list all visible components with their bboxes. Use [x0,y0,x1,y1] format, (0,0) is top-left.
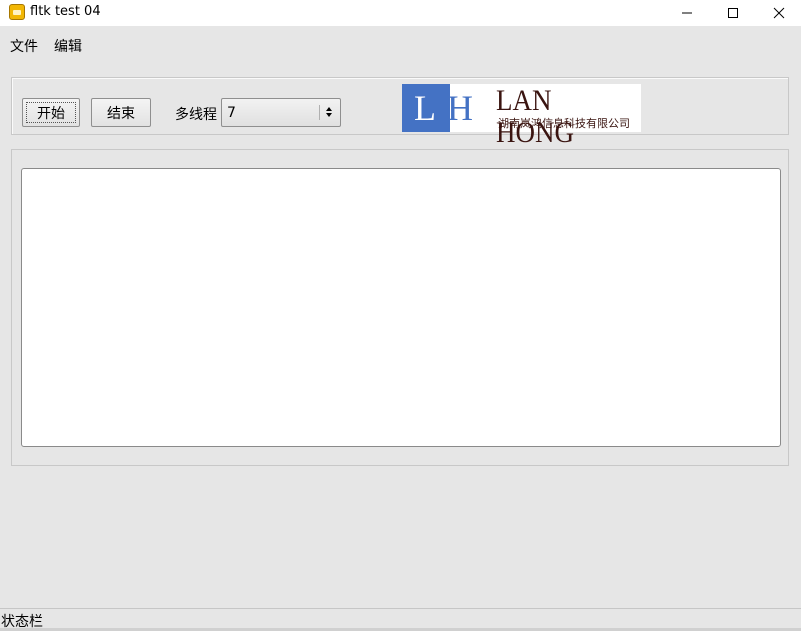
window-title: fltk test 04 [30,4,101,19]
maximize-button[interactable] [710,0,756,26]
thread-count-select[interactable]: 7 [221,98,341,127]
select-separator [319,105,320,120]
close-button[interactable] [756,0,801,26]
end-button[interactable]: 结束 [91,98,151,127]
thread-count-label: 多线程 [175,107,217,123]
focus-indicator [26,102,76,123]
start-button[interactable]: 开始 [22,98,80,127]
app-icon [9,4,25,20]
logo-letter-l: L [414,88,436,128]
logo-subtitle: 湖南岚鸿信息科技有限公司 [498,117,630,130]
minimize-button[interactable] [664,0,710,26]
minimize-icon [682,12,692,14]
close-icon [773,7,785,19]
title-bar[interactable]: fltk test 04 [0,0,801,26]
logo-letter-h: H [447,88,473,128]
company-logo: L H LAN HONG 湖南岚鸿信息科技有限公司 [402,84,641,149]
output-text-area[interactable] [21,168,781,447]
maximize-icon [728,8,738,18]
thread-count-value: 7 [227,105,236,121]
menu-file[interactable]: 文件 [10,36,38,56]
menu-edit[interactable]: 编辑 [54,36,82,56]
updown-arrow-icon [326,107,332,117]
end-button-label: 结束 [107,105,135,122]
menu-bar: 文件 编辑 [0,26,801,64]
